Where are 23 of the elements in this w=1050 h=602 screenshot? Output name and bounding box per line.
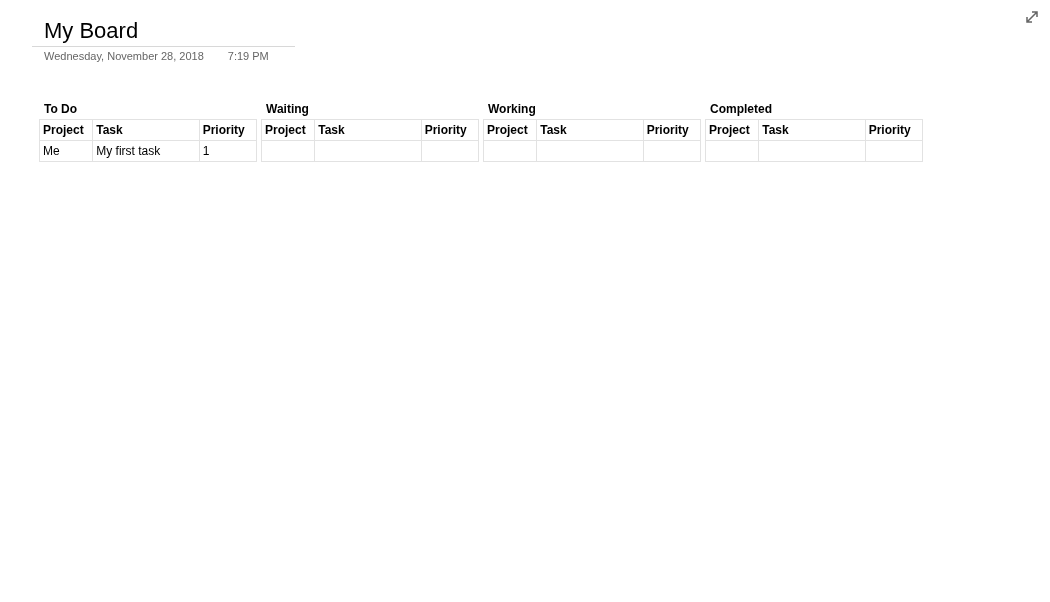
column-header: Project: [261, 119, 315, 141]
column-header: Project: [705, 119, 759, 141]
column-header: Project: [39, 119, 93, 141]
column-header: Project: [483, 119, 537, 141]
board-title: To Do: [43, 102, 79, 118]
column-header: Task: [536, 119, 644, 141]
column-header: Priority: [865, 119, 923, 141]
column-header: Priority: [199, 119, 257, 141]
column-header: Task: [92, 119, 200, 141]
column-header: Priority: [421, 119, 479, 141]
column-header: Task: [758, 119, 866, 141]
table-cell: Me: [39, 140, 93, 162]
column-header: Priority: [643, 119, 701, 141]
table-cell: My first task: [92, 140, 200, 162]
page-title: My Board: [32, 18, 295, 47]
board-title: Working: [487, 102, 537, 118]
board-title: Completed: [709, 102, 773, 118]
expand-icon[interactable]: [1026, 11, 1038, 23]
board-title: Waiting: [265, 102, 310, 118]
page-time: 7:19 PM: [227, 50, 269, 62]
table-cell: 1: [199, 140, 257, 162]
page-date: Wednesday, November 28, 2018: [44, 50, 204, 62]
column-header: Task: [314, 119, 422, 141]
